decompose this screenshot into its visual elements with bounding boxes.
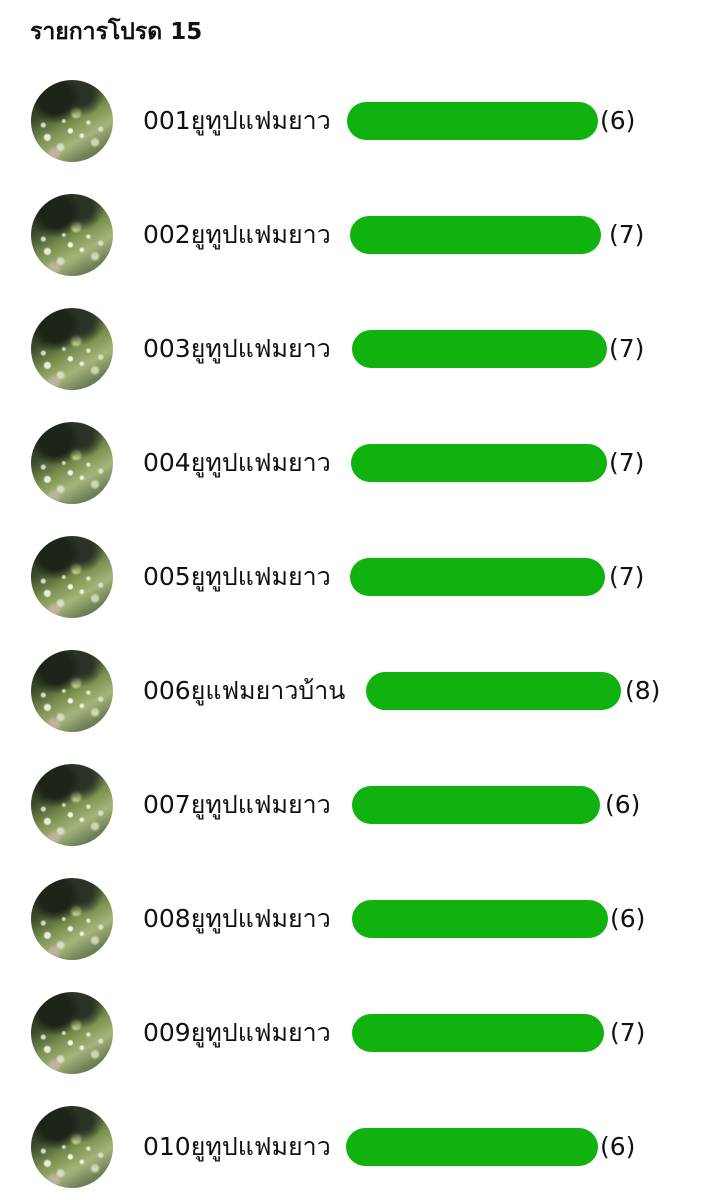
avatar <box>31 194 113 276</box>
redaction-bar <box>351 444 607 482</box>
favorites-list: 001ยูทูปแฟมยาว (6) 002ยูทูปแฟมยาว (7) 00… <box>0 0 712 1200</box>
favorite-name: 007ยูทูปแฟมยาว <box>143 790 331 819</box>
avatar <box>31 80 113 162</box>
avatar <box>31 422 113 504</box>
favorite-count: (6) <box>605 790 641 819</box>
favorite-row-005[interactable]: 005ยูทูปแฟมยาว (7) <box>0 498 712 618</box>
favorite-name: 004ยูทูปแฟมยาว <box>143 448 331 477</box>
redaction-bar <box>366 672 621 710</box>
avatar <box>31 878 113 960</box>
redaction-bar <box>350 216 601 254</box>
favorite-name: 010ยูทูปแฟมยาว <box>143 1132 331 1161</box>
favorite-count: (8) <box>625 676 661 705</box>
favorite-row-010[interactable]: 010ยูทูปแฟมยาว (6) <box>0 1068 712 1188</box>
favorite-name: 003ยูทูปแฟมยาว <box>143 334 331 363</box>
avatar <box>31 1106 113 1188</box>
avatar <box>31 992 113 1074</box>
favorite-row-001[interactable]: 001ยูทูปแฟมยาว (6) <box>0 42 712 162</box>
favorite-count: (7) <box>610 1018 646 1047</box>
avatar <box>31 650 113 732</box>
redaction-bar <box>350 558 605 596</box>
favorite-count: (7) <box>609 220 645 249</box>
favorite-count: (7) <box>609 562 645 591</box>
favorite-count: (7) <box>609 334 645 363</box>
redaction-bar <box>347 102 598 140</box>
favorite-row-002[interactable]: 002ยูทูปแฟมยาว (7) <box>0 156 712 276</box>
favorite-row-008[interactable]: 008ยูทูปแฟมยาว (6) <box>0 840 712 960</box>
favorite-row-006[interactable]: 006ยูแฟมยาวบ้าน (8) <box>0 612 712 732</box>
favorite-name: 009ยูทูปแฟมยาว <box>143 1018 331 1047</box>
favorite-count: (7) <box>609 448 645 477</box>
avatar <box>31 536 113 618</box>
favorite-name: 005ยูทูปแฟมยาว <box>143 562 331 591</box>
favorite-name: 002ยูทูปแฟมยาว <box>143 220 331 249</box>
favorite-count: (6) <box>600 106 636 135</box>
favorite-row-004[interactable]: 004ยูทูปแฟมยาว (7) <box>0 384 712 504</box>
favorite-row-009[interactable]: 009ยูทูปแฟมยาว (7) <box>0 954 712 1074</box>
favorite-row-007[interactable]: 007ยูทูปแฟมยาว (6) <box>0 726 712 846</box>
redaction-bar <box>352 786 600 824</box>
redaction-bar <box>352 330 607 368</box>
redaction-bar <box>352 900 608 938</box>
favorite-row-003[interactable]: 003ยูทูปแฟมยาว (7) <box>0 270 712 390</box>
avatar <box>31 308 113 390</box>
favorite-count: (6) <box>610 904 646 933</box>
favorite-name: 008ยูทูปแฟมยาว <box>143 904 331 933</box>
favorite-count: (6) <box>600 1132 636 1161</box>
favorite-name: 001ยูทูปแฟมยาว <box>143 106 331 135</box>
redaction-bar <box>352 1014 604 1052</box>
avatar <box>31 764 113 846</box>
favorite-name: 006ยูแฟมยาวบ้าน <box>143 676 346 705</box>
redaction-bar <box>346 1128 598 1166</box>
